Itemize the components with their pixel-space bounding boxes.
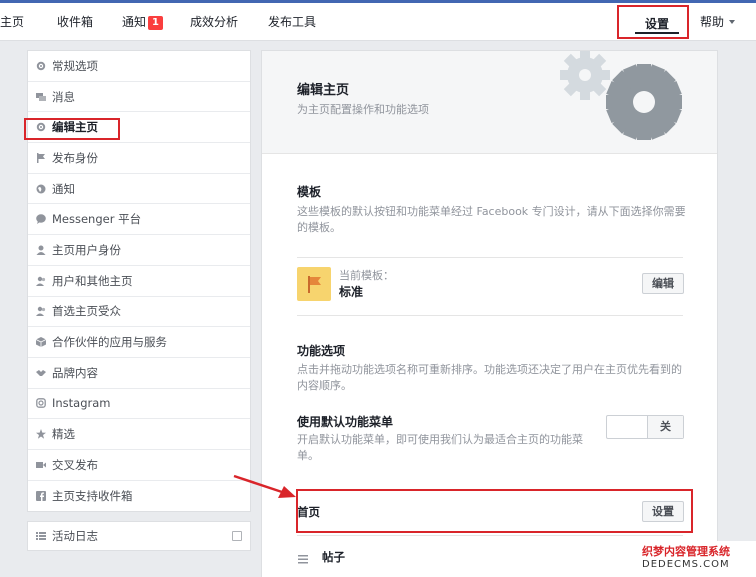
- default-menu-description: 开启默认功能菜单，即可使用我们认为最适合主页的功能菜单。: [297, 433, 583, 462]
- nav-insights[interactable]: 成效分析: [190, 13, 238, 30]
- nav-help-label: 帮助: [700, 15, 725, 29]
- templates-description: 这些模板的默认按钮和功能菜单经过 Facebook 专门设计，请从下面选择你需要…: [297, 205, 686, 234]
- sidebar-item[interactable]: 首选主页受众: [28, 297, 250, 328]
- divider: [297, 315, 683, 316]
- active-underline: [635, 32, 679, 34]
- sidebar-item-label: 品牌内容: [52, 365, 98, 380]
- exit-icon: [232, 531, 242, 541]
- drag-handle-icon[interactable]: [298, 549, 308, 568]
- sidebar-item-label: 常规选项: [52, 58, 98, 73]
- main-header: 编辑主页 为主页配置操作和功能选项: [262, 51, 717, 154]
- watermark-url: DEDECMS.COM: [642, 559, 730, 570]
- sidebar-item-label: 编辑主页: [52, 120, 98, 135]
- cube-icon: [35, 337, 47, 348]
- instagram-icon: [36, 398, 46, 409]
- sidebar-item-label: 用户和其他主页: [52, 273, 133, 288]
- settings-sidebar: 常规选项消息编辑主页发布身份通知 Messenger 平台 主页用户身份 用户和其他主…: [27, 50, 251, 513]
- sidebar-item[interactable]: 交叉发布: [28, 450, 250, 481]
- facebook-icon: [36, 490, 46, 501]
- sidebar-item-label: Messenger 平台: [52, 212, 142, 227]
- flag-icon: [308, 276, 321, 293]
- nav-notifications[interactable]: 通知 1: [122, 13, 163, 30]
- sidebar-item[interactable]: Messenger 平台: [28, 204, 250, 236]
- sidebar-item-label: 主页支持收件箱: [52, 488, 133, 503]
- edit-template-button[interactable]: 编辑: [642, 273, 684, 294]
- default-menu-toggle[interactable]: 关: [606, 415, 684, 439]
- sidebar-item-label: 消息: [52, 89, 75, 104]
- template-thumbnail: [297, 267, 331, 301]
- nav-settings[interactable]: 设置: [617, 5, 689, 39]
- gear-icon: [36, 61, 46, 71]
- sidebar-item[interactable]: 主页用户身份: [28, 235, 250, 266]
- sidebar-item[interactable]: 主页支持收件箱: [28, 481, 250, 512]
- features-description: 点击并拖动功能选项名称可重新排序。功能选项还决定了用户在主页优先看到的内容顺序。: [297, 363, 682, 392]
- sidebar-item[interactable]: 常规选项: [28, 51, 250, 82]
- default-menu-label: 使用默认功能菜单: [297, 415, 394, 429]
- nav-help[interactable]: 帮助: [700, 13, 736, 30]
- nav-settings-label: 设置: [645, 17, 670, 31]
- list-icon: [36, 531, 46, 541]
- sidebar-item-label: 通知: [52, 181, 75, 196]
- messenger-icon: [36, 214, 46, 225]
- sidebar-item[interactable]: 编辑主页: [28, 112, 250, 144]
- star-icon: [36, 429, 46, 439]
- nav-home[interactable]: 主页: [0, 13, 24, 30]
- annotation-arrow-icon: [233, 474, 296, 498]
- sidebar-item[interactable]: 通知: [28, 174, 250, 205]
- flag-icon: [36, 152, 46, 163]
- person-icon: [36, 245, 46, 255]
- sidebar-item[interactable]: 用户和其他主页: [28, 266, 250, 297]
- sidebar-item[interactable]: 品牌内容: [28, 358, 250, 389]
- sidebar-item-label: 精选: [52, 427, 75, 442]
- sidebar-item[interactable]: 合作伙伴的应用与服务: [28, 327, 250, 358]
- nav-inbox[interactable]: 收件箱: [57, 13, 93, 30]
- current-template-label: 当前模板：: [339, 269, 394, 282]
- page-subtitle: 为主页配置操作和功能选项: [297, 103, 429, 116]
- sidebar-item-label: 发布身份: [52, 150, 98, 165]
- chat-icon: [36, 92, 46, 102]
- gear-icon: [36, 122, 46, 132]
- top-nav-bar: 主页 收件箱 通知 1 成效分析 发布工具 设置 帮助: [0, 0, 756, 41]
- current-template-value: 标准: [339, 285, 364, 299]
- caret-down-icon: [729, 20, 736, 24]
- toggle-off-label: 关: [647, 416, 683, 438]
- people-icon: [36, 306, 46, 317]
- nav-publishing-tools[interactable]: 发布工具: [268, 13, 316, 30]
- sidebar-item-label: 交叉发布: [52, 457, 98, 472]
- activity-log-label: 活动日志: [52, 529, 98, 543]
- watermark-title: 织梦内容管理系统: [642, 545, 730, 558]
- watermark: 织梦内容管理系统 DEDECMS.COM: [638, 541, 756, 577]
- sidebar-item[interactable]: Instagram: [28, 389, 250, 420]
- handshake-icon: [36, 368, 46, 378]
- page-title: 编辑主页: [297, 83, 350, 98]
- features-title: 功能选项: [297, 344, 346, 358]
- video-icon: [36, 460, 46, 470]
- templates-title: 模板: [297, 185, 322, 199]
- sidebar-item-label: Instagram: [52, 396, 111, 411]
- activity-log-item[interactable]: 活动日志: [27, 521, 251, 551]
- divider: [297, 535, 683, 536]
- sidebar-item[interactable]: 发布身份: [28, 143, 250, 174]
- sidebar-item-label: 主页用户身份: [52, 242, 121, 257]
- tab-posts-label: 帖子: [322, 550, 345, 564]
- sidebar-item[interactable]: 消息: [28, 82, 250, 113]
- notification-badge: 1: [148, 16, 163, 30]
- people-icon: [36, 276, 46, 286]
- sidebar-item-label: 首选主页受众: [52, 304, 121, 319]
- sidebar-item[interactable]: 精选: [28, 419, 250, 450]
- divider: [297, 257, 683, 258]
- globe-icon: [36, 184, 46, 194]
- highlight-box-home-tab: [296, 489, 693, 533]
- gears-icon: [560, 51, 682, 140]
- nav-notifications-label: 通知: [122, 15, 147, 29]
- sidebar-item-label: 合作伙伴的应用与服务: [52, 335, 167, 350]
